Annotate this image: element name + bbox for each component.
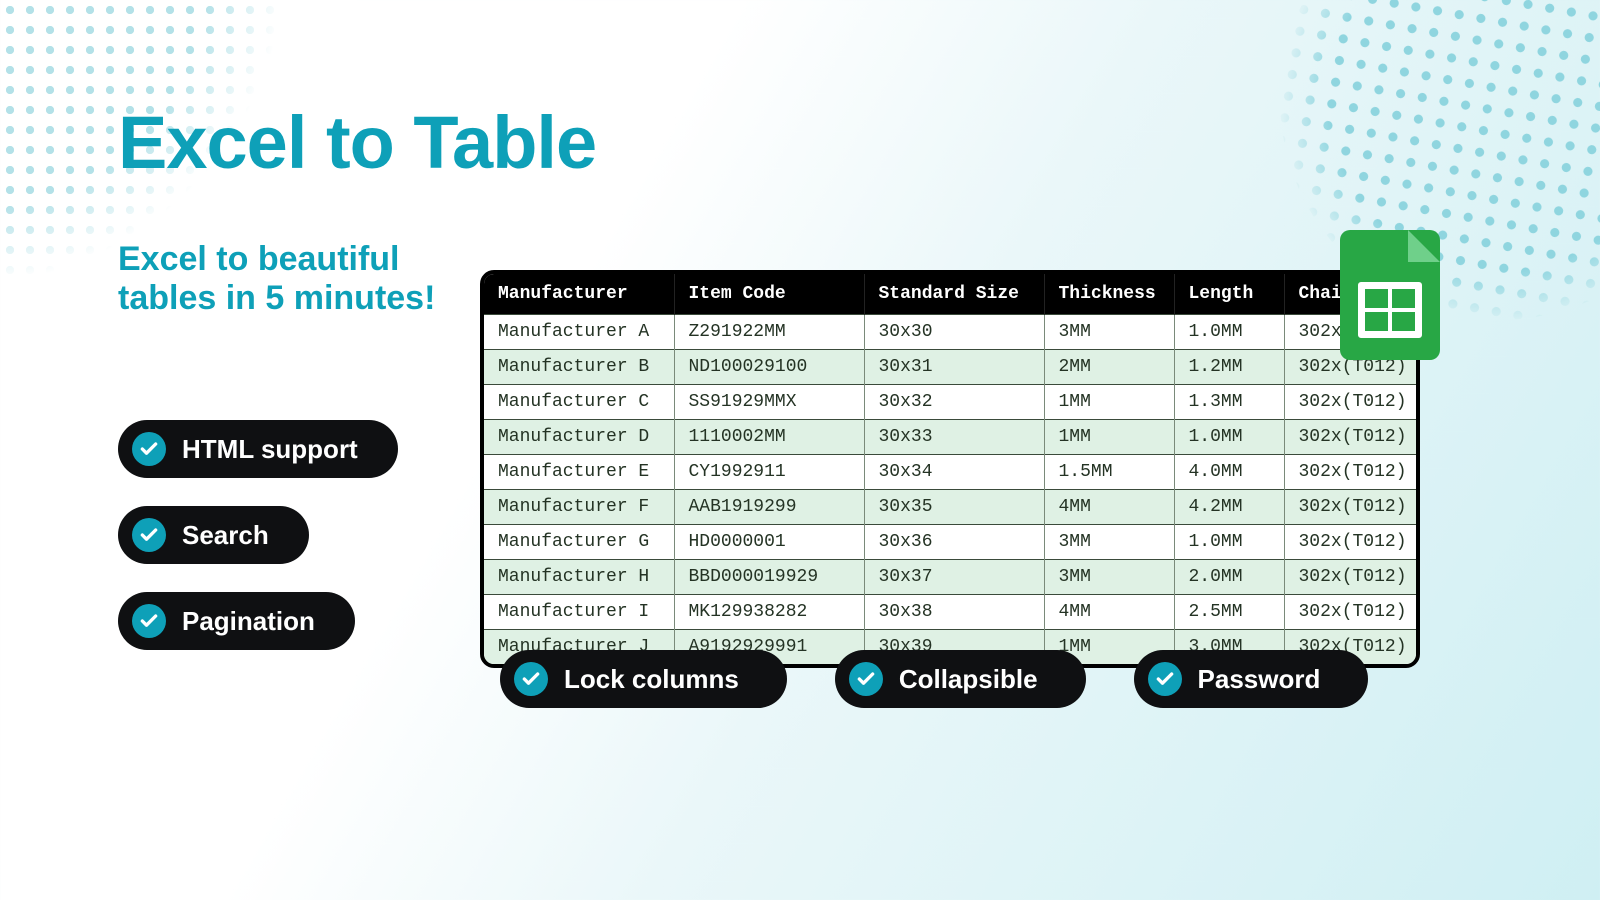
table-cell: 1.0MM (1174, 315, 1284, 350)
table-cell: Manufacturer E (484, 455, 674, 490)
table-cell: 302x(T012) (1284, 385, 1420, 420)
table-cell: 302x(T012) (1284, 560, 1420, 595)
table-cell: 30x34 (864, 455, 1044, 490)
feature-pill-password: Password (1134, 650, 1369, 708)
table-cell: 30x37 (864, 560, 1044, 595)
bottom-feature-list: Lock columns Collapsible Password (500, 650, 1368, 708)
sheets-grid-icon (1358, 282, 1422, 338)
table-cell: BBD000019929 (674, 560, 864, 595)
feature-label: HTML support (182, 434, 358, 465)
table-cell: 302x(T012) (1284, 595, 1420, 630)
table-cell: 30x33 (864, 420, 1044, 455)
table-cell: 1.2MM (1174, 350, 1284, 385)
feature-label: Lock columns (564, 664, 739, 695)
check-icon (132, 604, 166, 638)
page-subtitle: Excel to beautiful tables in 5 minutes! (118, 240, 458, 318)
col-header-manufacturer[interactable]: Manufacturer (484, 274, 674, 315)
table-cell: Manufacturer I (484, 595, 674, 630)
table-cell: 30x32 (864, 385, 1044, 420)
table-cell: Manufacturer C (484, 385, 674, 420)
table-cell: 302x(T012) (1284, 420, 1420, 455)
table-cell: 302x(T012) (1284, 490, 1420, 525)
table-cell: HD0000001 (674, 525, 864, 560)
table-cell: 1.5MM (1044, 455, 1174, 490)
table-cell: 3MM (1044, 315, 1174, 350)
table-cell: 30x38 (864, 595, 1044, 630)
table-cell: 302x(T012) (1284, 455, 1420, 490)
table-cell: 1.0MM (1174, 525, 1284, 560)
table-cell: 4.0MM (1174, 455, 1284, 490)
table-cell: 30x35 (864, 490, 1044, 525)
table-cell: 30x36 (864, 525, 1044, 560)
table-cell: 1MM (1044, 420, 1174, 455)
table-cell: 3MM (1044, 525, 1174, 560)
google-sheets-icon (1340, 230, 1440, 360)
table-row: Manufacturer ECY199291130x341.5MM4.0MM30… (484, 455, 1420, 490)
col-header-item-code[interactable]: Item Code (674, 274, 864, 315)
table-row: Manufacturer HBBD00001992930x373MM2.0MM3… (484, 560, 1420, 595)
table-cell: AAB1919299 (674, 490, 864, 525)
check-icon (514, 662, 548, 696)
table-cell: Manufacturer A (484, 315, 674, 350)
table-cell: 1110002MM (674, 420, 864, 455)
feature-label: Password (1198, 664, 1321, 695)
check-icon (1148, 662, 1182, 696)
table-row: Manufacturer GHD000000130x363MM1.0MM302x… (484, 525, 1420, 560)
table-header-row: Manufacturer Item Code Standard Size Thi… (484, 274, 1420, 315)
table-body: Manufacturer AZ291922MM30x303MM1.0MM302x… (484, 315, 1420, 665)
table-cell: 2MM (1044, 350, 1174, 385)
page-title: Excel to Table (118, 100, 596, 185)
table-cell: 4.2MM (1174, 490, 1284, 525)
table-cell: CY1992911 (674, 455, 864, 490)
feature-pill-html-support: HTML support (118, 420, 398, 478)
data-table: Manufacturer Item Code Standard Size Thi… (484, 274, 1420, 664)
table-row: Manufacturer FAAB191929930x354MM4.2MM302… (484, 490, 1420, 525)
table-cell: Manufacturer D (484, 420, 674, 455)
table-cell: 4MM (1044, 595, 1174, 630)
table-cell: SS91929MMX (674, 385, 864, 420)
table-row: Manufacturer AZ291922MM30x303MM1.0MM302x… (484, 315, 1420, 350)
table-cell: 4MM (1044, 490, 1174, 525)
col-header-thickness[interactable]: Thickness (1044, 274, 1174, 315)
col-header-length[interactable]: Length (1174, 274, 1284, 315)
table-cell: 1.0MM (1174, 420, 1284, 455)
feature-pill-pagination: Pagination (118, 592, 355, 650)
table-cell: 3MM (1044, 560, 1174, 595)
table-cell: Z291922MM (674, 315, 864, 350)
feature-label: Pagination (182, 606, 315, 637)
table-cell: 30x30 (864, 315, 1044, 350)
check-icon (132, 432, 166, 466)
table-cell: MK129938282 (674, 595, 864, 630)
table-row: Manufacturer IMK12993828230x384MM2.5MM30… (484, 595, 1420, 630)
col-header-standard-size[interactable]: Standard Size (864, 274, 1044, 315)
side-feature-list: HTML support Search Pagination (118, 420, 398, 650)
table-cell: Manufacturer B (484, 350, 674, 385)
table-row: Manufacturer D1110002MM30x331MM1.0MM302x… (484, 420, 1420, 455)
data-table-card: Manufacturer Item Code Standard Size Thi… (480, 270, 1420, 668)
table-cell: Manufacturer H (484, 560, 674, 595)
check-icon (132, 518, 166, 552)
feature-pill-collapsible: Collapsible (835, 650, 1086, 708)
table-cell: Manufacturer G (484, 525, 674, 560)
feature-pill-lock-columns: Lock columns (500, 650, 787, 708)
table-row: Manufacturer BND10002910030x312MM1.2MM30… (484, 350, 1420, 385)
table-cell: ND100029100 (674, 350, 864, 385)
table-row: Manufacturer CSS91929MMX30x321MM1.3MM302… (484, 385, 1420, 420)
feature-pill-search: Search (118, 506, 309, 564)
sheets-fold-corner (1408, 230, 1440, 262)
table-cell: 1MM (1044, 385, 1174, 420)
feature-label: Search (182, 520, 269, 551)
table-cell: 30x31 (864, 350, 1044, 385)
table-cell: 2.5MM (1174, 595, 1284, 630)
table-cell: Manufacturer F (484, 490, 674, 525)
table-cell: 2.0MM (1174, 560, 1284, 595)
check-icon (849, 662, 883, 696)
table-cell: 302x(T012) (1284, 525, 1420, 560)
table-cell: 1.3MM (1174, 385, 1284, 420)
feature-label: Collapsible (899, 664, 1038, 695)
